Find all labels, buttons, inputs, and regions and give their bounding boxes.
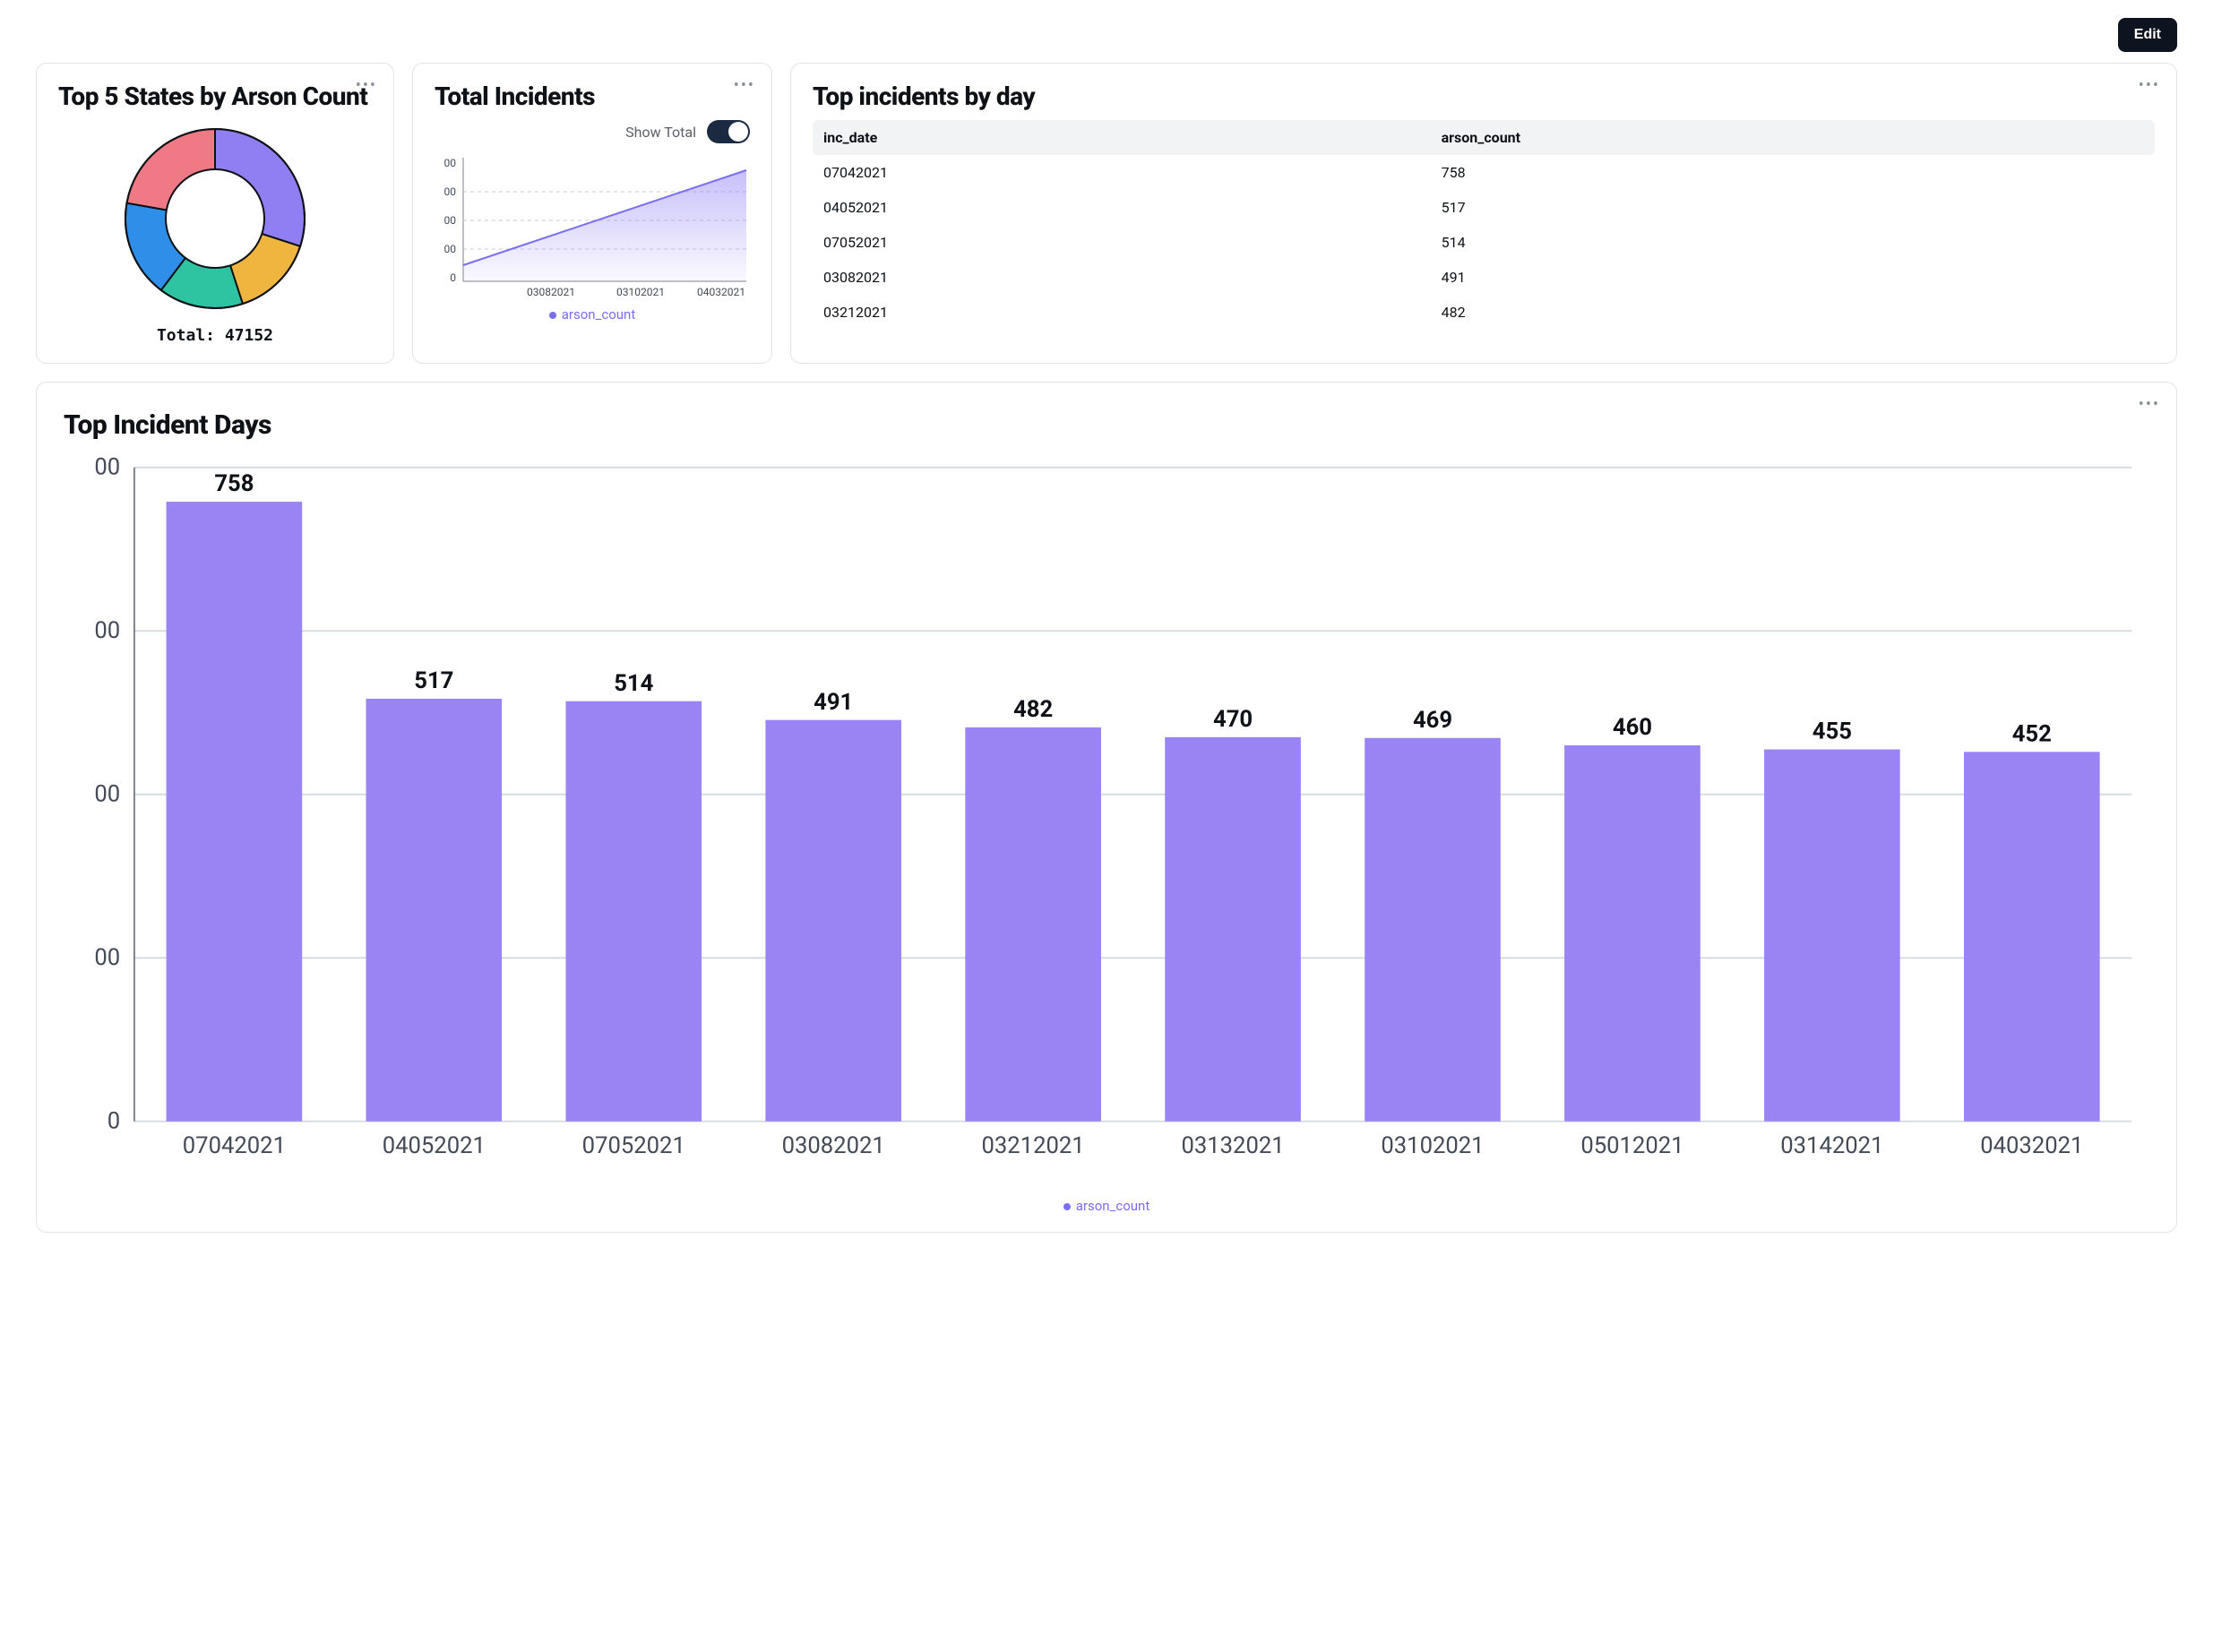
area-ytick: 00	[444, 243, 457, 255]
show-total-toggle[interactable]	[707, 120, 750, 143]
area-ytick: 00	[444, 214, 457, 227]
bar-ytick: 0	[108, 1108, 120, 1135]
bar	[965, 727, 1101, 1122]
bar-chart: 0000000007580704202151704052021514070520…	[64, 450, 2149, 1192]
table-cell-inc-date: 07042021	[813, 155, 1431, 190]
card-menu-icon[interactable]: •••	[356, 76, 377, 95]
area-ytick: 0	[450, 271, 456, 284]
bar-value-label: 482	[1013, 696, 1053, 723]
table-cell-inc-date: 07052021	[813, 225, 1431, 260]
bar-category-label: 07052021	[582, 1132, 685, 1159]
card-top-incidents-by-day: ••• Top incidents by day inc_date arson_…	[790, 63, 2177, 364]
bar-category-label: 03132021	[1181, 1132, 1284, 1159]
bar-category-label: 03102021	[1381, 1132, 1484, 1159]
table-header-arson-count: arson_count	[1431, 120, 2155, 155]
table-row: 03082021491	[813, 260, 2155, 295]
card-title-total-incidents: Total Incidents	[435, 82, 750, 111]
toggle-label-show-total: Show Total	[625, 124, 696, 141]
bar-value-label: 460	[1613, 714, 1652, 741]
bar	[565, 701, 702, 1122]
table-cell-arson-count: 491	[1431, 260, 2155, 295]
card-menu-icon[interactable]: •••	[734, 76, 755, 95]
bar	[1564, 745, 1701, 1122]
bar	[765, 720, 901, 1122]
area-xtick: 04032021	[697, 286, 745, 298]
area-chart: 00 00 00 00 0 03082021 03102021	[435, 149, 750, 301]
card-menu-icon[interactable]: •••	[2139, 76, 2160, 95]
card-title-top5: Top 5 States by Arson Count	[58, 82, 372, 111]
bar-legend-label: arson_count	[1076, 1198, 1150, 1214]
incidents-table: inc_date arson_count 0704202175804052021…	[813, 120, 2155, 330]
bar-ytick: 00	[94, 454, 120, 481]
bar-category-label: 05012021	[1580, 1132, 1683, 1159]
bar-category-label: 03142021	[1780, 1132, 1883, 1159]
table-cell-arson-count: 514	[1431, 225, 2155, 260]
table-cell-arson-count: 517	[1431, 190, 2155, 225]
card-menu-icon[interactable]: •••	[2139, 395, 2160, 414]
bar-value-label: 758	[214, 470, 254, 497]
area-xtick: 03082021	[527, 286, 575, 298]
bar-ytick: 00	[94, 781, 120, 808]
bar-ytick: 00	[94, 944, 120, 971]
bar-value-label: 455	[1813, 718, 1852, 745]
table-row: 07052021514	[813, 225, 2155, 260]
table-row: 07042021758	[813, 155, 2155, 190]
card-total-incidents: ••• Total Incidents Show Total 00 00 00 …	[412, 63, 772, 364]
bar-value-label: 452	[2012, 720, 2052, 747]
card-top-incident-days: ••• Top Incident Days 000000000758070420…	[36, 382, 2177, 1233]
bar-legend: arson_count	[64, 1198, 2149, 1214]
bar	[1165, 737, 1301, 1122]
bar	[167, 502, 303, 1122]
card-title-top-incident-days: Top Incident Days	[64, 409, 2149, 441]
area-ytick: 00	[444, 185, 457, 198]
bar-category-label: 04032021	[1980, 1132, 2083, 1159]
table-row: 03212021482	[813, 295, 2155, 330]
table-cell-inc-date: 04052021	[813, 190, 1431, 225]
bar-category-label: 03082021	[782, 1132, 885, 1159]
bar	[1365, 738, 1501, 1122]
table-header-inc-date: inc_date	[813, 120, 1431, 155]
card-title-top-incidents-by-day: Top incidents by day	[813, 82, 2155, 111]
table-cell-arson-count: 758	[1431, 155, 2155, 190]
donut-chart	[116, 120, 314, 317]
bar-value-label: 469	[1413, 707, 1452, 734]
donut-total-label: Total: 47152	[157, 326, 273, 345]
area-legend-label: arson_count	[562, 306, 635, 323]
table-cell-inc-date: 03082021	[813, 260, 1431, 295]
edit-button[interactable]: Edit	[2118, 18, 2177, 52]
table-row: 04052021517	[813, 190, 2155, 225]
bar-value-label: 470	[1213, 706, 1253, 733]
bar-category-label: 07042021	[183, 1132, 286, 1159]
bar-value-label: 514	[614, 670, 653, 697]
area-legend: arson_count	[435, 306, 750, 323]
bar-value-label: 517	[414, 667, 453, 694]
bar	[1964, 752, 2100, 1121]
card-top5-states: ••• Top 5 States by Arson Count	[36, 63, 394, 364]
area-xtick: 03102021	[616, 286, 665, 298]
table-cell-inc-date: 03212021	[813, 295, 1431, 330]
bar-value-label: 491	[814, 689, 853, 716]
area-ytick: 00	[444, 157, 457, 169]
bar	[1764, 750, 1900, 1122]
table-cell-arson-count: 482	[1431, 295, 2155, 330]
bar-ytick: 00	[94, 617, 120, 644]
bar-category-label: 04052021	[383, 1132, 486, 1159]
bar	[366, 699, 503, 1122]
bar-category-label: 03212021	[982, 1132, 1085, 1159]
